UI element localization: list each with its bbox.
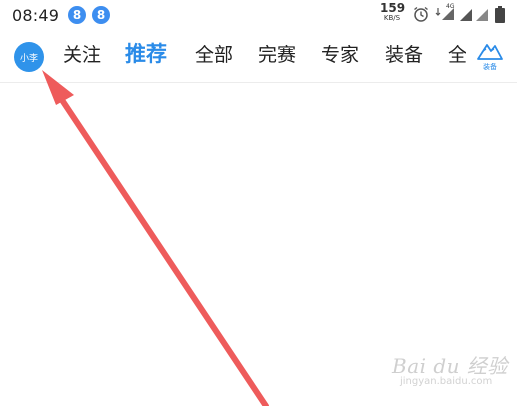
notification-badge: 8	[68, 6, 86, 24]
watermark: Bai du 经验 jingyan.baidu.com	[380, 350, 510, 400]
tab-all-partial[interactable]: 全	[448, 42, 466, 68]
signal-icon	[476, 9, 488, 21]
status-bar: 08:49 8 8 159 KB/S 4G	[0, 0, 517, 30]
gear-shortcut-label: 装备	[483, 63, 497, 71]
tab-overflow: 全	[448, 40, 466, 72]
tab-finished[interactable]: 完赛	[258, 42, 296, 68]
app-screen: 08:49 8 8 159 KB/S 4G 小李 关注 推荐 全部 完赛 专家 …	[0, 0, 517, 406]
tab-gear[interactable]: 装备	[385, 42, 423, 68]
tab-expert[interactable]: 专家	[321, 42, 359, 68]
user-avatar-button[interactable]: 小李	[14, 42, 44, 72]
alarm-icon	[414, 6, 428, 22]
status-time: 08:49	[12, 6, 60, 25]
network-speed-unit: KB/S	[383, 14, 401, 22]
watermark-url: jingyan.baidu.com	[400, 376, 493, 387]
watermark-brand: Bai du 经验	[392, 354, 508, 378]
channel-nav-bar: 小李 关注 推荐 全部 完赛 专家 装备 全 装备	[0, 30, 517, 83]
mountain-icon	[477, 44, 503, 60]
tab-recommend[interactable]: 推荐	[125, 41, 167, 67]
notification-badge: 8	[92, 6, 110, 24]
gear-shortcut-button[interactable]: 装备	[476, 40, 510, 74]
signal-icon	[460, 9, 472, 21]
network-speed-value: 159	[380, 1, 406, 15]
network-type: 4G	[446, 3, 455, 10]
battery-icon	[495, 6, 505, 23]
tab-all[interactable]: 全部	[195, 42, 233, 68]
arrow-shaft	[51, 85, 269, 406]
network-speed: 159 KB/S	[380, 1, 406, 22]
tab-follow[interactable]: 关注	[63, 42, 101, 68]
